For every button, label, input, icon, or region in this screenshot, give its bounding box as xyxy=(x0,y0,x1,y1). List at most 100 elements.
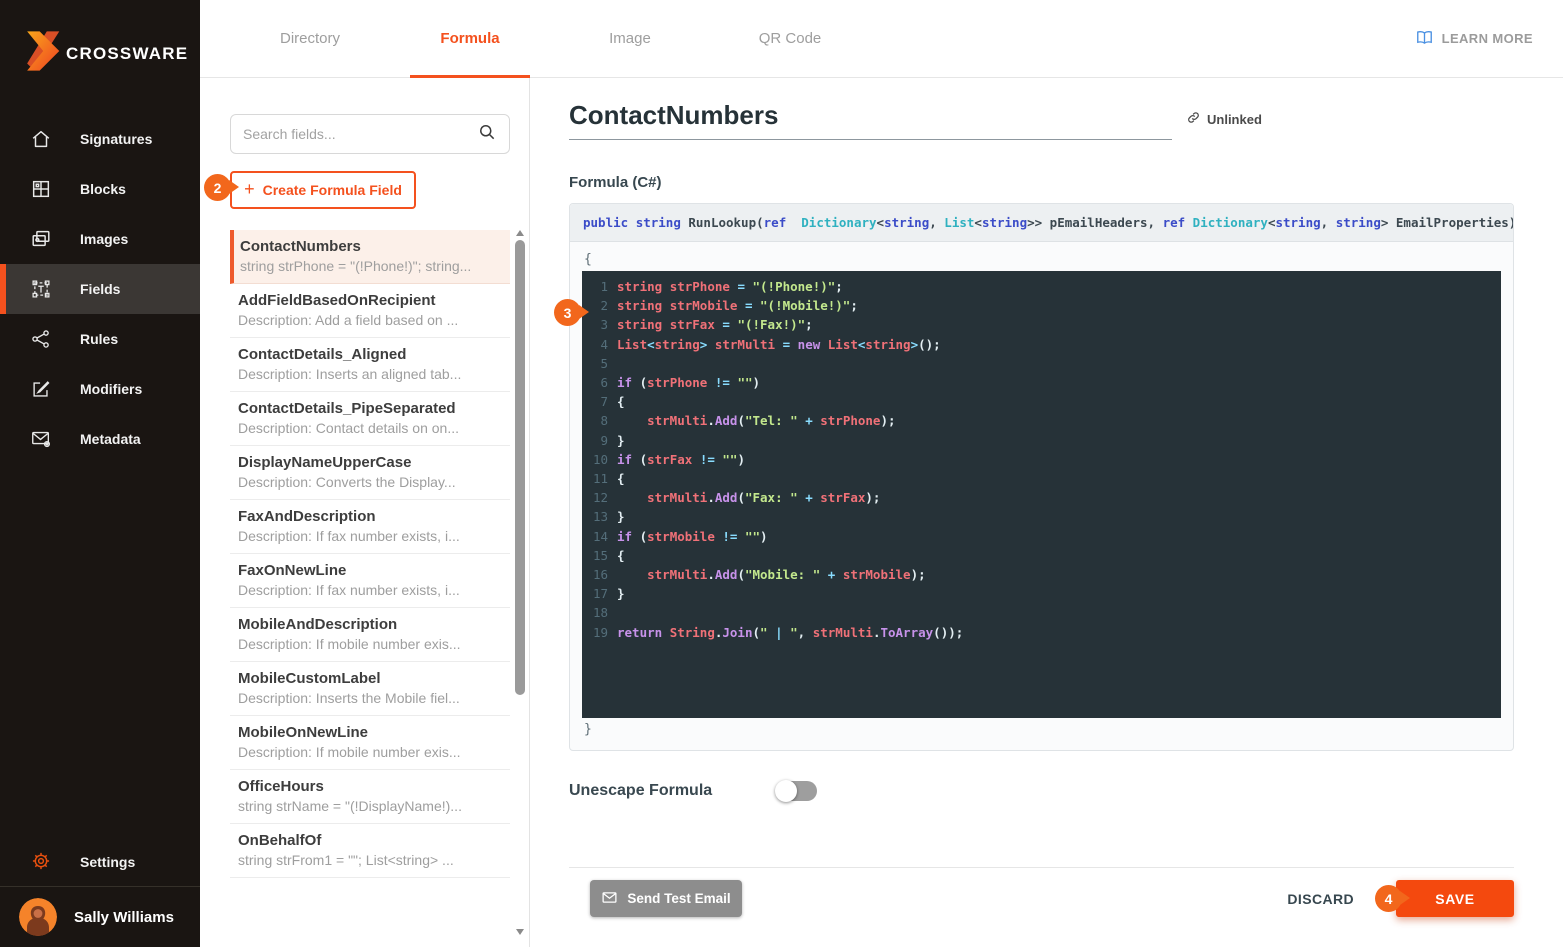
learn-more-link[interactable]: LEARN MORE xyxy=(1415,28,1533,50)
field-list-item-mobileonnewline[interactable]: MobileOnNewLine Description: If mobile nu… xyxy=(230,716,510,770)
app-root: CROSSWARE Signatures Blocks Images Fields Ru… xyxy=(0,0,1563,947)
modifiers-icon xyxy=(30,378,52,400)
line-number: 17 xyxy=(592,586,608,602)
tab-image[interactable]: Image xyxy=(550,0,710,77)
send-test-email-label: Send Test Email xyxy=(627,891,731,906)
tab-qr-code[interactable]: QR Code xyxy=(710,0,870,77)
send-test-email-button[interactable]: Send Test Email xyxy=(590,880,742,917)
home-icon xyxy=(30,128,52,150)
sidebar-item-signatures[interactable]: Signatures xyxy=(0,114,200,164)
field-item-description: Description: Converts the Display... xyxy=(238,474,456,490)
main-column: Directory Formula Image QR Code LEARN MORE xyxy=(200,0,1563,947)
code-line-10: 10 if (strFax != "") xyxy=(582,450,1501,469)
field-list-item-contactdetails_pipeseparated[interactable]: ContactDetails_PipeSeparated Description:… xyxy=(230,392,510,446)
line-number: 18 xyxy=(592,605,608,621)
create-formula-field-button[interactable]: + Create Formula Field xyxy=(230,171,416,209)
field-list-item-contactdetails_aligned[interactable]: ContactDetails_Aligned Description: Inser… xyxy=(230,338,510,392)
line-number: 16 xyxy=(592,567,608,583)
field-item-name: FaxAndDescription xyxy=(238,508,376,525)
list-scrollbar[interactable] xyxy=(514,228,526,937)
code-line-12: 12 strMulti.Add("Fax: " + strFax); xyxy=(582,488,1501,507)
tab-directory[interactable]: Directory xyxy=(230,0,390,77)
sidebar-bottom: Settings Sally Williams xyxy=(0,838,200,947)
field-item-description: Description: If mobile number exis... xyxy=(238,636,461,652)
code-line-6: 6 if (strPhone != "") xyxy=(582,373,1501,392)
discard-button[interactable]: DISCARD xyxy=(1287,891,1354,907)
field-list-item-contactnumbers[interactable]: ContactNumbers string strPhone = "(!Phone… xyxy=(230,230,510,284)
sidebar-item-settings[interactable]: Settings xyxy=(0,838,200,886)
field-list-item-mobilecustomlabel[interactable]: MobileCustomLabel Description: Inserts th… xyxy=(230,662,510,716)
unescape-label: Unescape Formula xyxy=(569,782,713,799)
images-icon xyxy=(30,228,52,250)
save-button[interactable]: SAVE xyxy=(1396,880,1514,917)
search-icon[interactable] xyxy=(477,122,497,147)
code-line-4: 4 List<string> strMulti = new List<string… xyxy=(582,335,1501,354)
line-number: 5 xyxy=(600,355,608,371)
line-number: 15 xyxy=(592,547,608,563)
field-name-input[interactable]: ContactNumbers xyxy=(569,100,1172,140)
rules-icon xyxy=(30,328,52,350)
field-item-name: OnBehalfOf xyxy=(238,832,322,849)
sidebar-item-metadata[interactable]: Metadata xyxy=(0,414,200,464)
settings-label: Settings xyxy=(80,854,136,870)
code-line-19: 19 return String.Join(" | ", strMulti.ToA… xyxy=(582,623,1501,642)
line-number: 1 xyxy=(600,279,608,294)
field-item-description: Description: Inserts an aligned tab... xyxy=(238,366,462,382)
envelope-icon xyxy=(601,889,618,909)
create-button-label: Create Formula Field xyxy=(262,182,402,198)
code-line-15: 15{ xyxy=(582,546,1501,565)
code-line-2: 2 string strMobile = "(!Mobile!)"; xyxy=(582,296,1501,315)
sidebar-item-label: Modifiers xyxy=(80,381,143,397)
user-menu[interactable]: Sally Williams xyxy=(0,887,200,947)
formula-code-block[interactable]: 1 string strPhone = "(!Phone!)"; 2 string s… xyxy=(582,271,1501,718)
search-input[interactable] xyxy=(243,126,477,142)
avatar xyxy=(19,898,57,936)
sidebar-item-rules[interactable]: Rules xyxy=(0,314,200,364)
field-item-description: Description: If fax number exists, i... xyxy=(238,528,460,544)
field-list-item-faxanddescription[interactable]: FaxAndDescription Description: If fax num… xyxy=(230,500,510,554)
line-number: 12 xyxy=(592,490,608,506)
sidebar-item-fields[interactable]: Fields xyxy=(0,264,200,314)
blocks-icon xyxy=(30,178,52,200)
line-number: 10 xyxy=(592,451,608,467)
field-list-item-displaynameuppercase[interactable]: DisplayNameUpperCase Description: Convert… xyxy=(230,446,510,500)
sidebar-item-modifiers[interactable]: Modifiers xyxy=(0,364,200,414)
scrollbar-up-icon[interactable] xyxy=(516,230,524,236)
code-line-5: 5 xyxy=(582,354,1501,373)
title-row: ContactNumbers Unlinked xyxy=(569,100,1514,140)
open-brace: { xyxy=(584,252,592,267)
plus-icon: + xyxy=(244,178,255,199)
field-list-item-onbehalfof[interactable]: OnBehalfOf string strFrom1 = ""; List<str… xyxy=(230,824,510,878)
scrollbar-thumb[interactable] xyxy=(515,240,525,695)
code-editor-body[interactable]: { 1 string strPhone = "(!Phone!)"; 2 string… xyxy=(570,242,1513,750)
gear-icon xyxy=(30,850,52,875)
tab-formula[interactable]: Formula xyxy=(390,0,550,78)
line-number: 7 xyxy=(600,394,608,410)
field-list-item-mobileanddescription[interactable]: MobileAndDescription Description: If mobi… xyxy=(230,608,510,662)
field-list-item-addfieldbasedonrecipient[interactable]: AddFieldBasedOnRecipient Description: Add… xyxy=(230,284,510,338)
unescape-toggle[interactable] xyxy=(775,780,817,802)
formula-section-label: Formula (C#) xyxy=(569,174,662,191)
function-signature: public string RunLookup(ref Dictionary<s… xyxy=(570,204,1513,242)
line-number: 8 xyxy=(600,413,608,429)
field-list-item-faxonnewline[interactable]: FaxOnNewLine Description: If fax number e… xyxy=(230,554,510,608)
scrollbar-down-icon[interactable] xyxy=(516,929,524,935)
field-item-name: ContactDetails_Aligned xyxy=(238,346,407,363)
unlinked-toggle[interactable]: Unlinked xyxy=(1186,110,1262,128)
code-line-3: 3 string strFax = "(!Fax!)"; xyxy=(582,315,1501,334)
line-number: 13 xyxy=(592,509,608,525)
line-number: 4 xyxy=(600,336,608,352)
line-number: 6 xyxy=(600,375,608,391)
code-line-1: 1 string strPhone = "(!Phone!)"; xyxy=(582,277,1501,296)
line-number: 11 xyxy=(592,471,608,487)
sidebar-item-blocks[interactable]: Blocks xyxy=(0,164,200,214)
field-item-name: MobileAndDescription xyxy=(238,616,398,633)
content: + Create Formula Field ContactNumbers str… xyxy=(200,78,1563,947)
field-list-item-officehours[interactable]: OfficeHours string strName = "(!DisplayNa… xyxy=(230,770,510,824)
toggle-knob xyxy=(775,780,797,802)
code-editor: public string RunLookup(ref Dictionary<s… xyxy=(569,203,1514,751)
sidebar-item-images[interactable]: Images xyxy=(0,214,200,264)
sidebar-item-label: Blocks xyxy=(80,181,126,197)
field-item-description: string strName = "(!DisplayName!)... xyxy=(238,798,462,814)
close-brace: } xyxy=(584,722,592,737)
